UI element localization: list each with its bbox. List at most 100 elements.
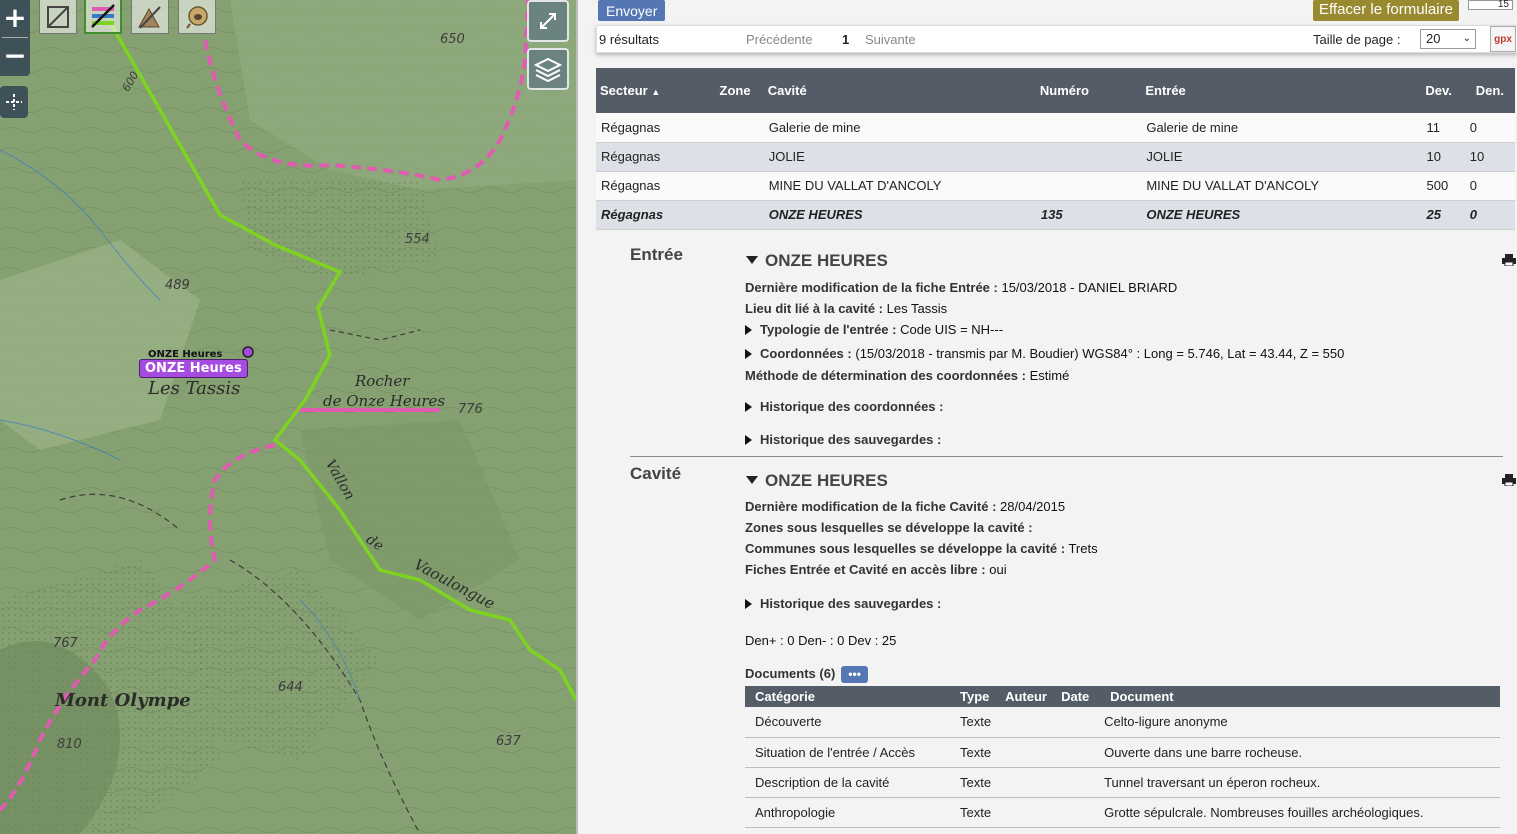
print-icon[interactable] — [1502, 254, 1516, 266]
expand-icon — [745, 402, 752, 412]
cell-numero — [1035, 171, 1142, 201]
cell-entree: MINE DU VALLAT D'ANCOLY — [1141, 171, 1413, 201]
cell-numero — [1035, 142, 1142, 172]
cell-entree: JOLIE — [1141, 142, 1413, 172]
cavite-acces-libre: Fiches Entrée et Cavité en accès libre :… — [745, 562, 1007, 577]
cell-dev: 10 — [1412, 142, 1465, 172]
document-row[interactable]: Découverte Texte Celto-ligure anonyme — [745, 707, 1500, 738]
doc-auteur — [1001, 737, 1058, 768]
entree-typologie[interactable]: Typologie de l'entrée : Code UIS = NH--- — [745, 322, 1003, 337]
map-view[interactable]: Les Tassis Rocher de Onze Heures Mont Ol… — [0, 0, 576, 834]
doc-date — [1057, 707, 1101, 738]
cavite-cave-title[interactable]: ONZE HEURES — [746, 471, 888, 491]
next-page-link[interactable]: Suivante — [865, 32, 916, 47]
column-header-zone[interactable]: Zone — [706, 68, 764, 113]
print-icon[interactable] — [1502, 474, 1516, 486]
chevron-down-icon: ⌄ — [1462, 33, 1471, 44]
polygon-icon — [47, 5, 69, 28]
document-row[interactable]: Description de la cavité Texte Tunnel tr… — [745, 767, 1500, 798]
altitude-label: 650 — [440, 32, 465, 47]
doc-categorie: Situation de l'entrée / Accès — [745, 737, 952, 768]
cavite-last-modified: Dernière modification de la fiche Cavité… — [745, 499, 1066, 514]
cell-cavite: ONZE HEURES — [763, 200, 1036, 230]
document-row[interactable]: Situation de l'entrée / Accès Texte Ouve… — [745, 737, 1500, 768]
entree-cave-title[interactable]: ONZE HEURES — [746, 251, 888, 271]
documents-more-button[interactable]: ••• — [841, 666, 868, 683]
column-header-categorie[interactable]: Catégorie — [745, 686, 952, 707]
clear-form-button[interactable]: Effacer le formulaire — [1313, 0, 1459, 21]
cell-den: 0 — [1464, 113, 1515, 143]
doc-type: Texte — [952, 737, 1002, 768]
cavite-historique-sauvegardes[interactable]: Historique des sauvegardes : — [745, 596, 941, 611]
column-header-cavite[interactable]: Cavité — [763, 68, 1036, 113]
table-row-selected[interactable]: Régagnas ONZE HEURES 135 ONZE HEURES 25 … — [596, 200, 1515, 230]
measure-button[interactable] — [0, 86, 28, 118]
expand-icon — [745, 349, 752, 359]
column-header-document[interactable]: Document — [1100, 686, 1500, 707]
results-panel: Envoyer Effacer le formulaire 15 9 résul… — [576, 0, 1517, 834]
gpx-export-button[interactable]: gpx — [1490, 26, 1516, 52]
cell-cavite: MINE DU VALLAT D'ANCOLY — [763, 171, 1036, 201]
altitude-label: 767 — [53, 636, 78, 651]
cave-icon — [186, 5, 208, 29]
documents-header-row: Catégorie Type Auteur Date Document — [745, 686, 1500, 707]
layers-button[interactable] — [527, 48, 569, 90]
entree-historique-sauvegardes[interactable]: Historique des sauvegardes : — [745, 432, 941, 447]
previous-page-link[interactable]: Précédente — [746, 32, 813, 47]
doc-document: Tunnel traversant un éperon rocheux. — [1100, 767, 1500, 798]
relief-layer-tool[interactable] — [131, 0, 169, 34]
envoyer-button[interactable]: Envoyer — [598, 0, 666, 21]
altitude-label: 776 — [458, 402, 483, 417]
doc-auteur — [1001, 767, 1058, 798]
expand-icon — [745, 599, 752, 609]
column-header-auteur[interactable]: Auteur — [1001, 686, 1058, 707]
doc-document: Grotte sépulcrale. Nombreuses fouilles a… — [1100, 797, 1500, 828]
entree-last-modified: Dernière modification de la fiche Entrée… — [745, 280, 1178, 295]
column-header-type[interactable]: Type — [952, 686, 1002, 707]
page-size-value: 20 — [1426, 31, 1441, 46]
trail-layer-tool[interactable] — [84, 0, 122, 34]
results-header-row: Secteur ▲ Zone Cavité Numéro Entrée Dev.… — [596, 68, 1515, 113]
altitude-label: 637 — [496, 734, 521, 749]
cell-entree: Galerie de mine — [1141, 113, 1413, 143]
expand-icon — [745, 435, 752, 445]
doc-date — [1057, 797, 1101, 828]
documents-table: Catégorie Type Auteur Date Document Déco… — [745, 686, 1500, 828]
expand-icon — [540, 13, 556, 29]
cave-marker-label[interactable]: ONZE Heures — [139, 359, 248, 378]
column-header-secteur[interactable]: Secteur ▲ — [596, 68, 707, 113]
mountain-icon — [138, 5, 161, 29]
entree-coordonnees[interactable]: Coordonnées : (15/03/2018 - transmis par… — [745, 346, 1344, 361]
place-label-mont-olympe: Mont Olympe — [55, 690, 191, 711]
collapse-icon — [746, 256, 758, 264]
cell-dev: 25 — [1412, 200, 1465, 230]
draw-polygon-tool[interactable] — [39, 0, 77, 34]
cell-numero — [1035, 113, 1142, 143]
cell-secteur: Régagnas — [596, 171, 707, 201]
cell-cavite: JOLIE — [763, 142, 1036, 172]
page-size-select[interactable]: 20 ⌄ — [1420, 29, 1476, 49]
table-row[interactable]: Régagnas Galerie de mine Galerie de mine… — [596, 113, 1515, 143]
column-header-dev[interactable]: Dev. — [1412, 68, 1465, 113]
zoom-in-button[interactable]: + — [0, 0, 30, 36]
column-header-numero[interactable]: Numéro — [1035, 68, 1142, 113]
column-header-den[interactable]: Den. — [1464, 68, 1515, 113]
table-row[interactable]: Régagnas MINE DU VALLAT D'ANCOLY MINE DU… — [596, 171, 1515, 201]
fullscreen-button[interactable] — [527, 0, 569, 42]
pagination-bar: 9 résultats Précédente 1 Suivante Taille… — [596, 25, 1517, 53]
collapse-icon — [746, 476, 758, 484]
column-header-entree[interactable]: Entrée — [1141, 68, 1413, 113]
cell-den: 0 — [1464, 200, 1515, 230]
document-row[interactable]: Anthropologie Texte Grotte sépulcrale. N… — [745, 797, 1500, 828]
table-row[interactable]: Régagnas JOLIE JOLIE 10 10 — [596, 142, 1515, 172]
doc-categorie: Description de la cavité — [745, 767, 952, 798]
top-right-counter: 15 — [1468, 0, 1513, 10]
doc-date — [1057, 767, 1101, 798]
zoom-out-button[interactable]: − — [0, 38, 30, 74]
column-header-date[interactable]: Date — [1057, 686, 1101, 707]
entree-historique-coordonnees[interactable]: Historique des coordonnées : — [745, 399, 943, 414]
layers-icon — [534, 57, 562, 83]
cavite-section-title: Cavité — [630, 464, 682, 483]
cave-layer-tool[interactable] — [178, 0, 216, 34]
zoom-control: + − — [0, 0, 30, 76]
